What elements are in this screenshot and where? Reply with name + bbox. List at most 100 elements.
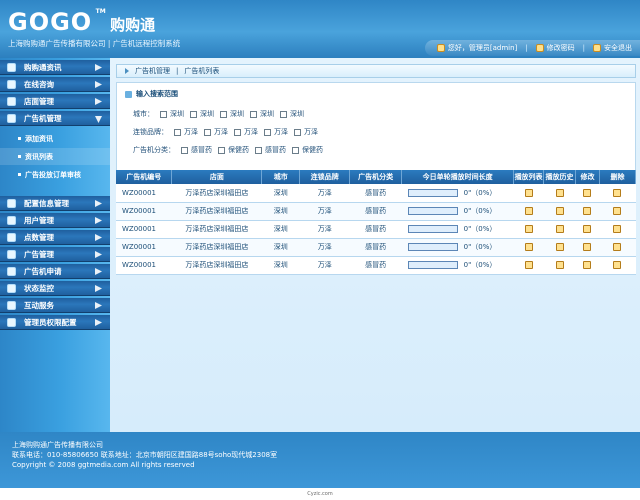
checkbox-icon[interactable] <box>292 146 299 154</box>
city-option[interactable]: 深圳 <box>190 109 214 119</box>
category-option[interactable]: 保健药 <box>218 145 249 155</box>
checkbox-icon[interactable] <box>220 110 227 118</box>
sidebar-item-points[interactable]: 点数管理 <box>0 230 110 245</box>
brand-option[interactable]: 万泽 <box>174 127 198 137</box>
cell-edit[interactable] <box>575 238 600 257</box>
category-option[interactable]: 感冒药 <box>255 145 286 155</box>
delete-icon[interactable] <box>613 225 622 233</box>
sidebar-item-config[interactable]: 配置信息管理 <box>0 196 110 211</box>
cell-playlist[interactable] <box>513 184 544 203</box>
cell-delete[interactable] <box>599 220 636 239</box>
playlist-icon[interactable] <box>524 188 533 197</box>
delete-icon[interactable] <box>613 207 622 215</box>
playlist-icon[interactable] <box>524 225 533 233</box>
cell-playlist[interactable] <box>513 220 544 239</box>
checkbox-icon[interactable] <box>204 128 211 136</box>
checkbox-icon[interactable] <box>234 128 241 136</box>
breadcrumb-item[interactable]: 广告机管理 <box>135 66 170 76</box>
checkbox-icon[interactable] <box>190 110 197 118</box>
delete-icon[interactable] <box>613 243 622 251</box>
sidebar-item-news[interactable]: 购购通资讯 <box>0 60 110 75</box>
checkbox-icon[interactable] <box>294 128 301 136</box>
sidebar-item-users[interactable]: 用户管理 <box>0 213 110 228</box>
cell-history[interactable] <box>543 202 576 221</box>
history-icon[interactable] <box>555 225 564 233</box>
cell-playlist[interactable] <box>513 256 544 275</box>
city-option[interactable]: 深圳 <box>220 109 244 119</box>
edit-icon[interactable] <box>583 261 592 269</box>
cell-history[interactable] <box>543 184 576 203</box>
col-duration[interactable]: 今日单轮播放时间长度 <box>401 170 515 184</box>
sidebar-item-interaction[interactable]: 互动服务 <box>0 298 110 313</box>
cell-history[interactable] <box>543 256 576 275</box>
sidebar-item-admin-perm[interactable]: 管理员权限配置 <box>0 315 110 330</box>
city-option[interactable]: 深圳 <box>160 109 184 119</box>
category-option[interactable]: 感冒药 <box>181 145 212 155</box>
history-icon[interactable] <box>555 243 564 251</box>
brand-option[interactable]: 万泽 <box>234 127 258 137</box>
edit-icon[interactable] <box>583 225 592 233</box>
checkbox-icon[interactable] <box>280 110 287 118</box>
logout-label[interactable]: 安全退出 <box>604 43 632 53</box>
cell-playlist[interactable] <box>513 202 544 221</box>
history-icon[interactable] <box>555 207 564 215</box>
sidebar-item-consult[interactable]: 在线咨询 <box>0 77 110 92</box>
category-filter: 广告机分类： 感冒药 保健药 感冒药 保健药 <box>133 145 323 155</box>
sidebar-item-apply[interactable]: 广告机申请 <box>0 264 110 279</box>
duration-wrap: 0"（0%） <box>402 260 514 270</box>
checkbox-icon[interactable] <box>174 128 181 136</box>
edit-icon[interactable] <box>583 207 592 215</box>
checkbox-icon[interactable] <box>250 110 257 118</box>
sidebar-item-ad-machine[interactable]: 广告机管理 <box>0 111 110 126</box>
submenu-news-list[interactable]: 资讯列表 <box>0 148 110 165</box>
history-icon[interactable] <box>555 188 564 197</box>
sidebar-item-monitor[interactable]: 状态监控 <box>0 281 110 296</box>
cell-history[interactable] <box>543 238 576 257</box>
history-icon[interactable] <box>555 261 564 269</box>
col-machine-id[interactable]: 广告机编号 <box>116 170 173 184</box>
delete-icon[interactable] <box>613 188 622 197</box>
cell-edit[interactable] <box>575 184 600 203</box>
col-brand: 连锁品牌 <box>299 170 351 184</box>
monitor-status-icon <box>7 283 16 293</box>
brand-option[interactable]: 万泽 <box>204 127 228 137</box>
checkbox-icon[interactable] <box>160 110 167 118</box>
checkbox-icon[interactable] <box>264 128 271 136</box>
edit-icon[interactable] <box>583 243 592 251</box>
checkbox-icon[interactable] <box>218 146 225 154</box>
cell-delete[interactable] <box>599 184 636 203</box>
chevron-right-icon <box>95 285 102 292</box>
sidebar-item-ads[interactable]: 广告管理 <box>0 247 110 262</box>
cell-edit[interactable] <box>575 256 600 275</box>
brand-option[interactable]: 万泽 <box>294 127 318 137</box>
playlist-icon[interactable] <box>524 261 533 269</box>
cell-history[interactable] <box>543 220 576 239</box>
city-option[interactable]: 深圳 <box>280 109 304 119</box>
checkbox-icon[interactable] <box>181 146 188 154</box>
submenu-order-review[interactable]: 广告投放订单审核 <box>0 166 110 183</box>
cell-edit[interactable] <box>575 220 600 239</box>
cell-delete[interactable] <box>599 238 636 257</box>
sidebar-item-store[interactable]: 店面管理 <box>0 94 110 109</box>
category-option[interactable]: 保健药 <box>292 145 323 155</box>
cell-delete[interactable] <box>599 202 636 221</box>
sidebar-item-label: 店面管理 <box>24 96 54 106</box>
brand-option-label: 万泽 <box>244 128 258 136</box>
cell-delete[interactable] <box>599 256 636 275</box>
playlist-icon[interactable] <box>524 207 533 215</box>
logout-link[interactable]: 安全退出 <box>593 43 632 53</box>
cell-edit[interactable] <box>575 202 600 221</box>
edit-icon[interactable] <box>583 188 592 197</box>
col-edit: 修改 <box>575 170 600 184</box>
delete-icon[interactable] <box>613 261 622 269</box>
change-password-label[interactable]: 修改密码 <box>547 43 575 53</box>
cell-brand: 万泽 <box>299 238 350 257</box>
playlist-icon[interactable] <box>524 243 533 251</box>
checkbox-icon[interactable] <box>255 146 262 154</box>
brand-option[interactable]: 万泽 <box>264 127 288 137</box>
change-password-link[interactable]: 修改密码 <box>535 43 575 53</box>
apply-icon <box>7 266 16 276</box>
cell-playlist[interactable] <box>513 238 544 257</box>
city-option[interactable]: 深圳 <box>250 109 274 119</box>
submenu-add-news[interactable]: 添加资讯 <box>0 130 110 147</box>
